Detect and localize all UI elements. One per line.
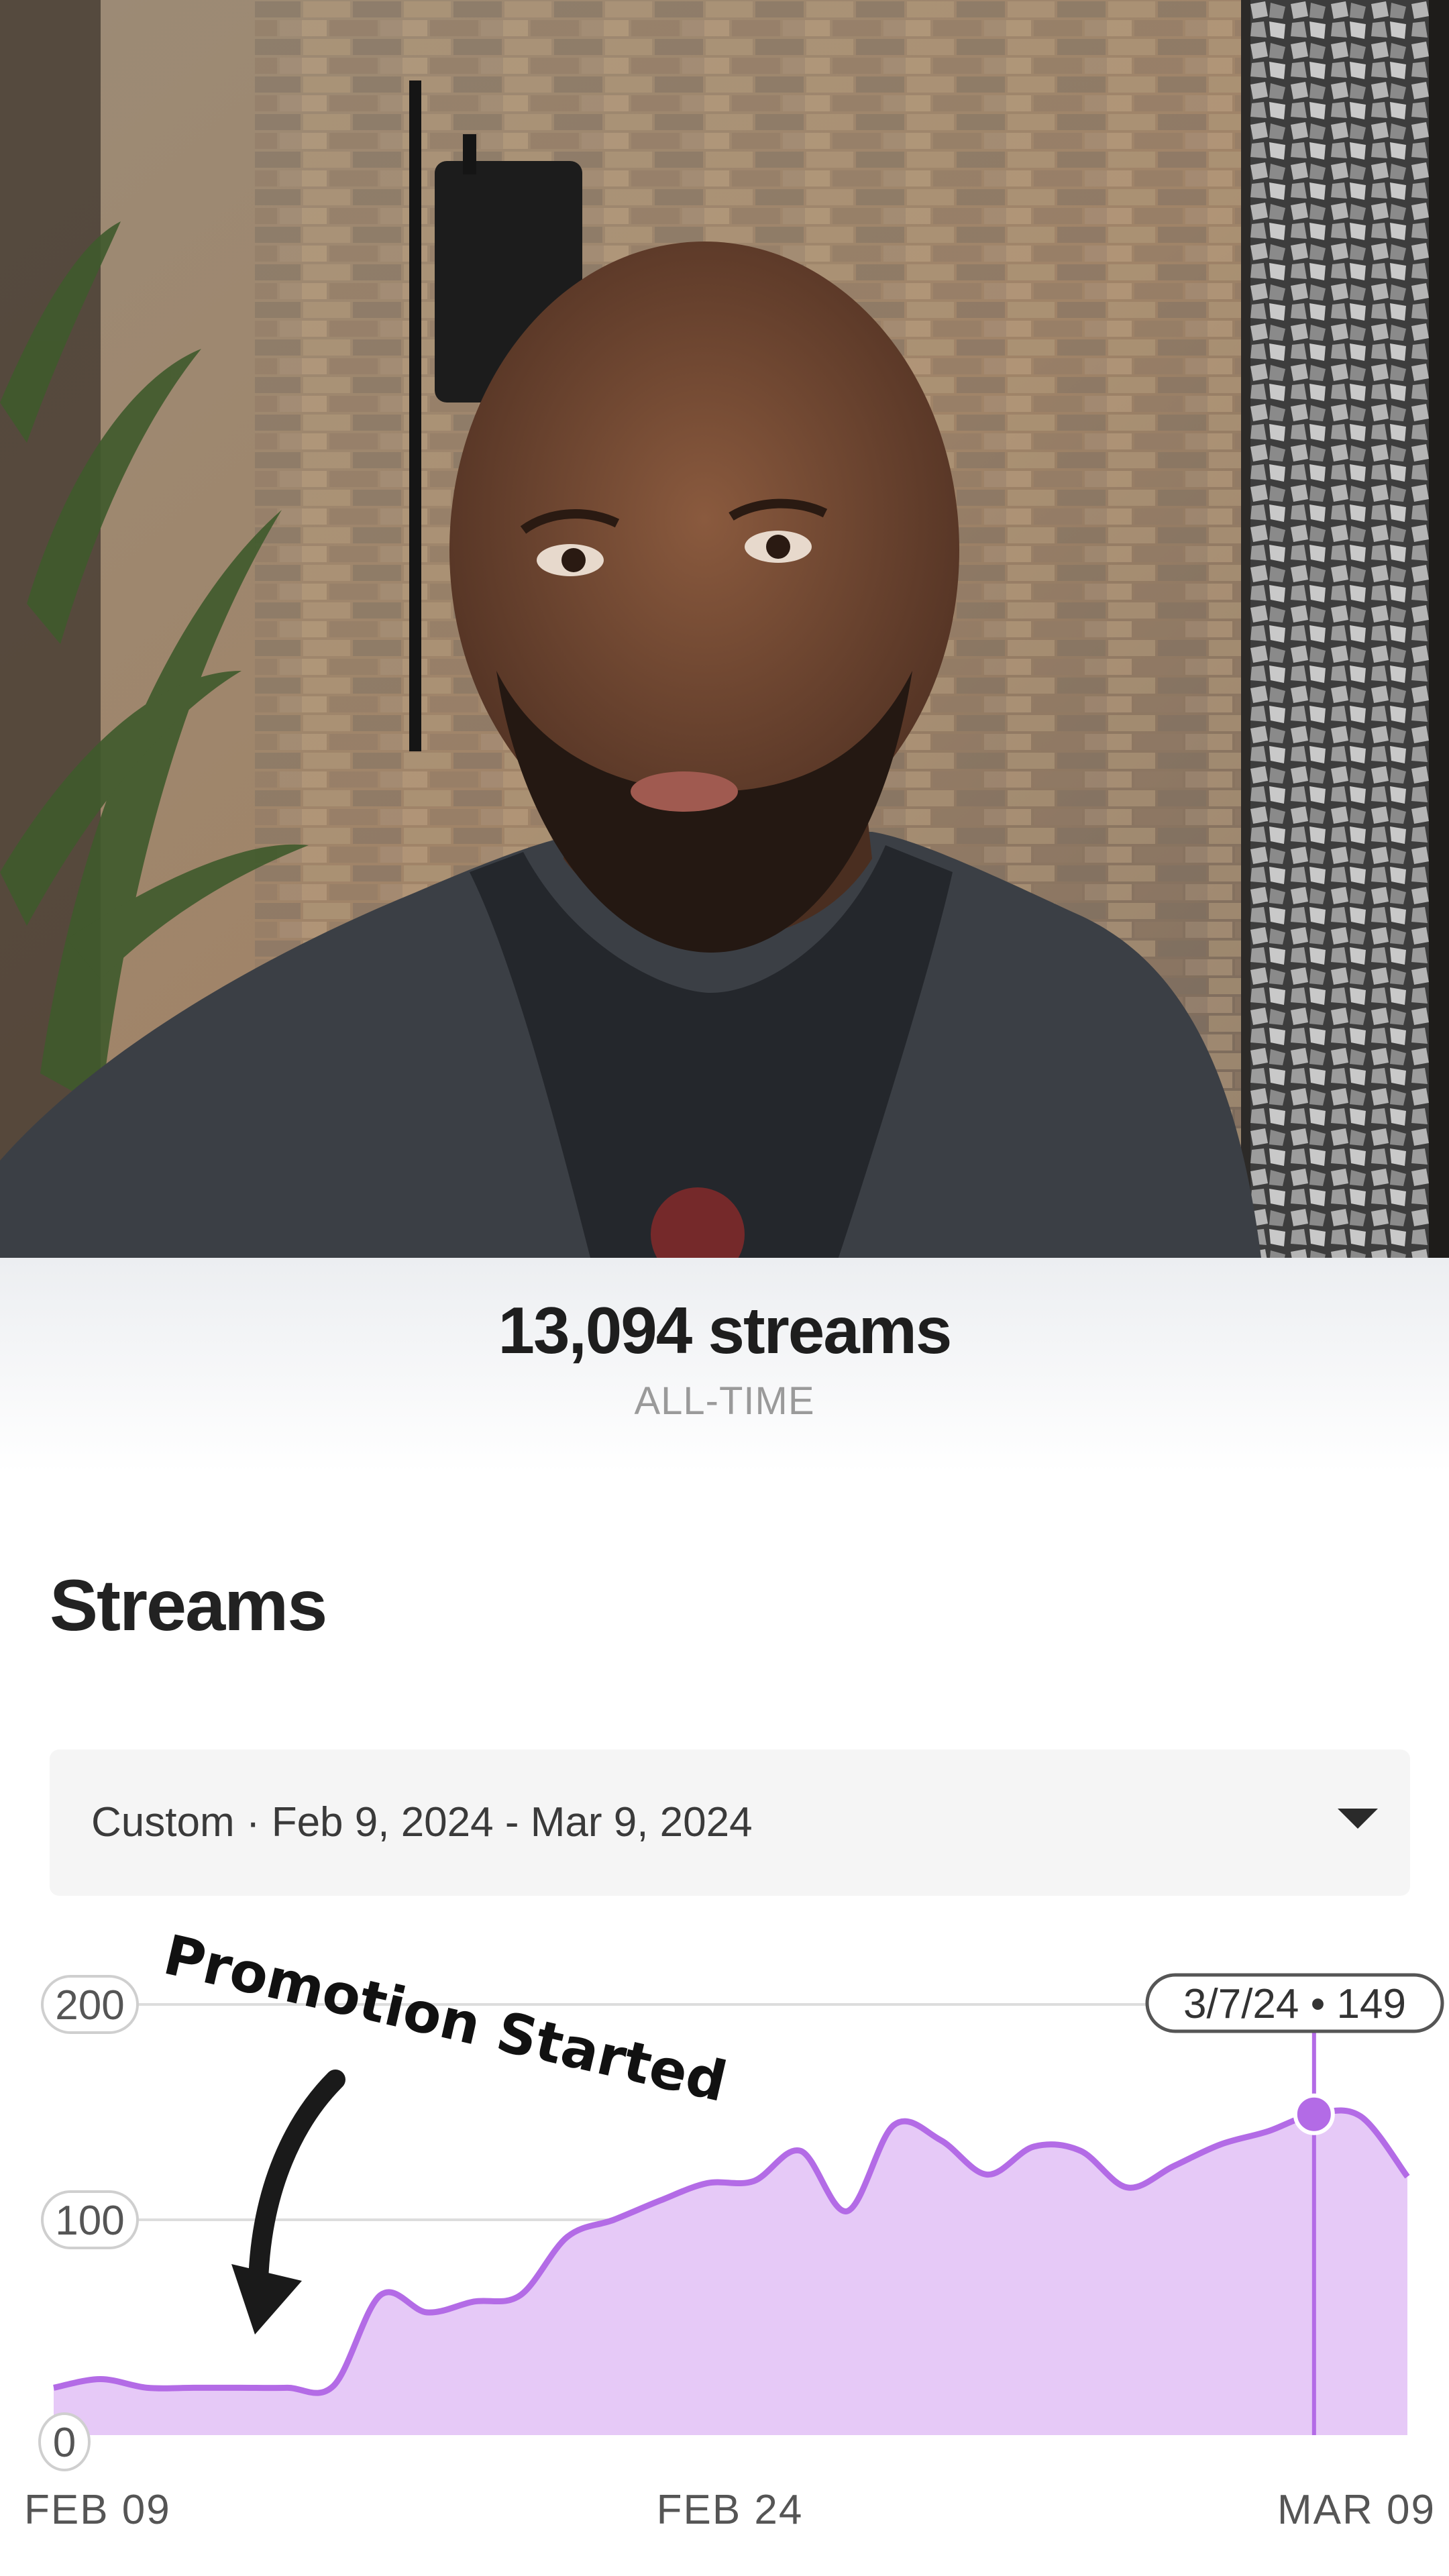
y-tick-label: 200 bbox=[55, 1982, 124, 2029]
highlight-tooltip-label: 3/7/24 • 149 bbox=[1183, 1981, 1406, 2027]
x-tick-label: FEB 09 bbox=[24, 2487, 171, 2533]
curved-arrow-down-icon bbox=[231, 2070, 345, 2334]
y-tick-label: 0 bbox=[53, 2420, 76, 2466]
y-tick-label: 100 bbox=[55, 2198, 124, 2244]
x-tick-label: FEB 24 bbox=[657, 2487, 804, 2533]
highlight-point bbox=[1293, 2093, 1335, 2135]
streams-chart: 3/7/24 • 149 0 100 200 FEB 09 FEB 24 MAR 09 P… bbox=[24, 1923, 1444, 2533]
annotation-text: Promotion Started bbox=[158, 1923, 733, 2114]
x-tick-label: MAR 09 bbox=[1277, 2487, 1436, 2533]
